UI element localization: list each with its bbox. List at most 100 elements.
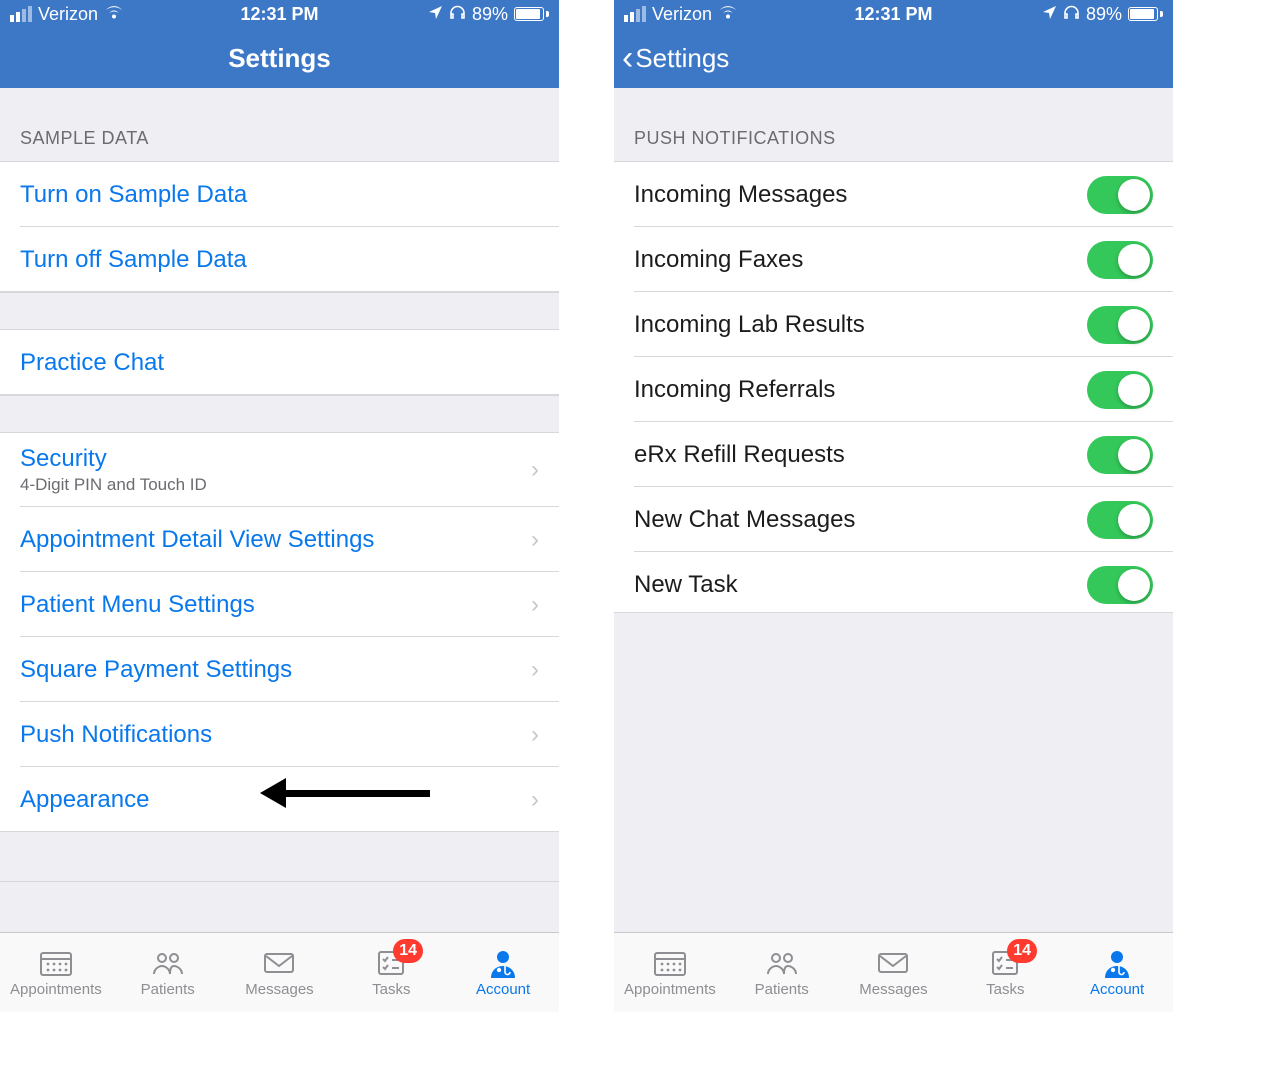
headphones-icon	[1063, 4, 1080, 25]
phone-push-notifications: Verizon 12:31 PM 89% ‹ Settings PUSH NOT…	[614, 0, 1173, 1012]
toggle-new-task[interactable]	[1087, 566, 1153, 604]
tab-label: Appointments	[624, 981, 716, 998]
row-turn-off-sample-data[interactable]: Turn off Sample Data	[0, 227, 559, 292]
wifi-icon	[104, 4, 124, 25]
row-appointment-detail-view-settings[interactable]: Appointment Detail View Settings ›	[0, 507, 559, 572]
tab-bar: Appointments Patients Messages 14 Tasks …	[614, 932, 1173, 1012]
row-label: Incoming Lab Results	[634, 311, 865, 339]
back-label: Settings	[635, 43, 729, 74]
envelope-icon	[875, 948, 911, 978]
row-sublabel: 4-Digit PIN and Touch ID	[20, 475, 207, 495]
phone-settings-root: Verizon 12:31 PM 89% Settings SAMPLE DAT…	[0, 0, 559, 1012]
clock-label: 12:31 PM	[854, 4, 932, 25]
row-push-notifications[interactable]: Push Notifications ›	[0, 702, 559, 767]
row-incoming-faxes: Incoming Faxes	[614, 227, 1173, 292]
chevron-left-icon: ‹	[622, 41, 633, 75]
row-patient-menu-settings[interactable]: Patient Menu Settings ›	[0, 572, 559, 637]
carrier-label: Verizon	[38, 4, 98, 25]
section-gap	[0, 832, 559, 882]
row-label: New Task	[634, 571, 738, 599]
row-incoming-messages: Incoming Messages	[614, 162, 1173, 227]
tab-label: Account	[476, 981, 530, 998]
row-label: Incoming Faxes	[634, 246, 803, 274]
tab-label: Tasks	[986, 981, 1024, 998]
headphones-icon	[449, 4, 466, 25]
section-header-push-notifications: PUSH NOTIFICATIONS	[614, 88, 1173, 162]
signal-icon	[624, 6, 646, 22]
tab-messages[interactable]: Messages	[838, 933, 950, 1012]
toggle-incoming-faxes[interactable]	[1087, 241, 1153, 279]
back-button[interactable]: ‹ Settings	[622, 41, 729, 75]
carrier-label: Verizon	[652, 4, 712, 25]
row-label: Practice Chat	[20, 349, 164, 377]
row-square-payment-settings[interactable]: Square Payment Settings ›	[0, 637, 559, 702]
section-gap	[0, 395, 559, 433]
tab-tasks[interactable]: 14 Tasks	[949, 933, 1061, 1012]
signal-icon	[10, 6, 32, 22]
chevron-right-icon: ›	[531, 526, 539, 554]
chevron-right-icon: ›	[531, 456, 539, 484]
calendar-icon	[652, 948, 688, 978]
row-turn-on-sample-data[interactable]: Turn on Sample Data	[0, 162, 559, 227]
toggle-incoming-lab-results[interactable]	[1087, 306, 1153, 344]
row-label: eRx Refill Requests	[634, 441, 845, 469]
tab-badge: 14	[1007, 939, 1037, 963]
toggle-erx-refill-requests[interactable]	[1087, 436, 1153, 474]
nav-bar: Settings	[0, 28, 559, 88]
tab-badge: 14	[393, 939, 423, 963]
tab-label: Patients	[141, 981, 195, 998]
chevron-right-icon: ›	[531, 656, 539, 684]
location-icon	[1042, 4, 1057, 25]
row-label: Push Notifications	[20, 721, 212, 749]
row-label: Incoming Referrals	[634, 376, 835, 404]
tab-patients[interactable]: Patients	[112, 933, 224, 1012]
row-incoming-referrals: Incoming Referrals	[614, 357, 1173, 422]
chevron-right-icon: ›	[531, 591, 539, 619]
row-new-task: New Task	[614, 552, 1173, 617]
chevron-right-icon: ›	[531, 786, 539, 814]
tab-patients[interactable]: Patients	[726, 933, 838, 1012]
tab-account[interactable]: Account	[1061, 933, 1173, 1012]
row-practice-chat[interactable]: Practice Chat	[0, 330, 559, 395]
section-header-sample-data: SAMPLE DATA	[0, 88, 559, 162]
people-icon	[764, 948, 800, 978]
doctor-icon	[1099, 948, 1135, 978]
content-tail	[614, 612, 1173, 812]
row-label: Square Payment Settings	[20, 656, 292, 684]
toggle-new-chat-messages[interactable]	[1087, 501, 1153, 539]
tab-tasks[interactable]: 14 Tasks	[335, 933, 447, 1012]
row-label: Appointment Detail View Settings	[20, 526, 374, 554]
row-new-chat-messages: New Chat Messages	[614, 487, 1173, 552]
chevron-right-icon: ›	[531, 721, 539, 749]
status-bar: Verizon 12:31 PM 89%	[614, 0, 1173, 28]
battery-pct: 89%	[1086, 4, 1122, 25]
settings-content: SAMPLE DATA Turn on Sample Data Turn off…	[0, 88, 559, 882]
tab-label: Appointments	[10, 981, 102, 998]
row-security[interactable]: Security 4-Digit PIN and Touch ID ›	[0, 433, 559, 507]
status-bar: Verizon 12:31 PM 89%	[0, 0, 559, 28]
tab-bar: Appointments Patients Messages 14 Tasks …	[0, 932, 559, 1012]
tab-appointments[interactable]: Appointments	[614, 933, 726, 1012]
tab-messages[interactable]: Messages	[224, 933, 336, 1012]
row-label: Security	[20, 445, 207, 473]
toggle-incoming-messages[interactable]	[1087, 176, 1153, 214]
tab-label: Messages	[859, 981, 927, 998]
row-label: New Chat Messages	[634, 506, 855, 534]
people-icon	[150, 948, 186, 978]
calendar-icon	[38, 948, 74, 978]
tab-label: Tasks	[372, 981, 410, 998]
battery-pct: 89%	[472, 4, 508, 25]
tab-label: Account	[1090, 981, 1144, 998]
nav-bar: ‹ Settings	[614, 28, 1173, 88]
clock-label: 12:31 PM	[240, 4, 318, 25]
tab-account[interactable]: Account	[447, 933, 559, 1012]
tab-appointments[interactable]: Appointments	[0, 933, 112, 1012]
nav-title: Settings	[228, 43, 331, 74]
practice-chat-list: Practice Chat	[0, 330, 559, 395]
battery-icon	[514, 7, 549, 21]
sample-data-list: Turn on Sample Data Turn off Sample Data	[0, 162, 559, 292]
row-label: Appearance	[20, 786, 149, 814]
toggle-incoming-referrals[interactable]	[1087, 371, 1153, 409]
row-incoming-lab-results: Incoming Lab Results	[614, 292, 1173, 357]
wifi-icon	[718, 4, 738, 25]
